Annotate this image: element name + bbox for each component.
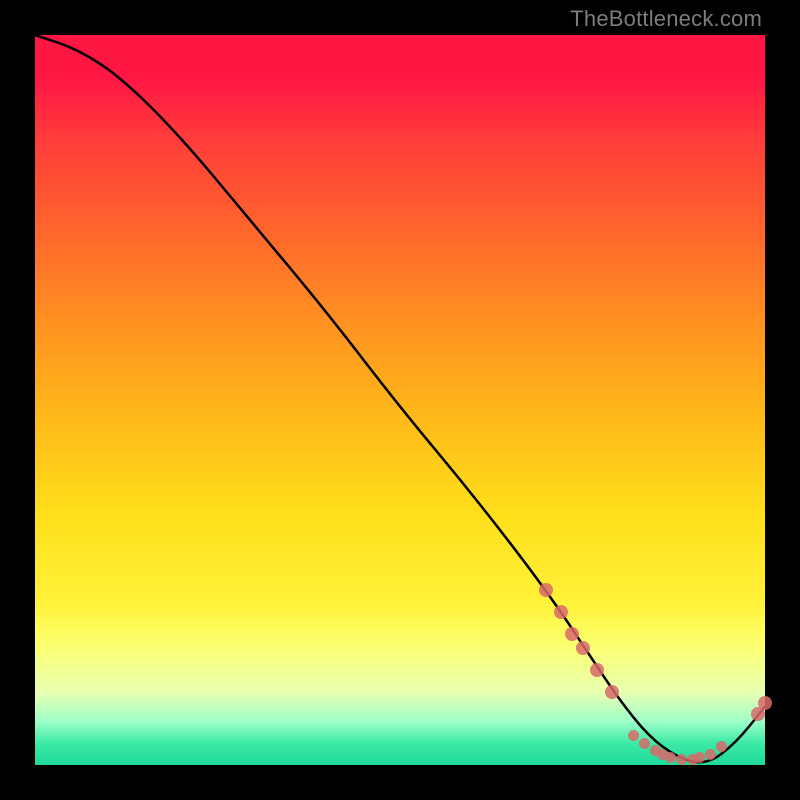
data-marker [639, 738, 650, 749]
data-marker [758, 696, 772, 710]
bottleneck-curve [35, 35, 765, 762]
watermark-text: TheBottleneck.com [570, 6, 762, 32]
data-marker [605, 685, 619, 699]
curve-svg [35, 35, 765, 765]
data-marker [665, 752, 676, 763]
data-marker [716, 741, 727, 752]
data-marker [705, 749, 716, 760]
data-marker [694, 752, 705, 763]
data-marker [576, 641, 590, 655]
data-marker [539, 583, 553, 597]
chart-frame: TheBottleneck.com [0, 0, 800, 800]
data-marker [676, 754, 687, 765]
data-marker [554, 605, 568, 619]
plot-area [35, 35, 765, 765]
data-marker [565, 627, 579, 641]
